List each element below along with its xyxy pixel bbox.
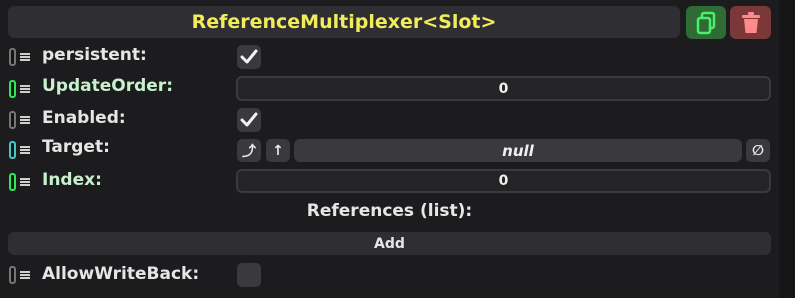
update-order-input[interactable]: 0	[236, 76, 771, 101]
enabled-checkbox[interactable]	[237, 108, 261, 132]
menu-lines-icon	[20, 85, 30, 93]
field-type-pill	[9, 266, 16, 284]
checkmark-icon	[240, 112, 258, 127]
null-icon: ∅	[752, 142, 764, 159]
add-reference-button[interactable]: Add	[8, 232, 771, 255]
field-type-pill	[9, 173, 16, 191]
field-type-pill	[9, 80, 16, 98]
duplicate-icon	[696, 11, 716, 34]
jump-to-target-button[interactable]: ⤴	[237, 139, 261, 162]
references-list-title: References (list):	[306, 201, 473, 221]
duplicate-button[interactable]	[686, 6, 726, 39]
index-value: 0	[498, 173, 509, 189]
allow-write-back-checkbox[interactable]	[237, 263, 261, 287]
field-type-pill	[9, 48, 16, 66]
allow-write-back-label: AllowWriteBack:	[42, 264, 200, 284]
field-drag-handle[interactable]	[9, 78, 37, 100]
update-order-value: 0	[498, 80, 509, 97]
target-value: null	[502, 141, 534, 160]
target-reference-field[interactable]: null	[294, 139, 742, 162]
select-parent-button[interactable]: ↑	[266, 139, 290, 162]
clear-target-button[interactable]: ∅	[746, 139, 770, 162]
menu-lines-icon	[20, 271, 30, 279]
menu-lines-icon	[20, 116, 30, 124]
persistent-checkbox[interactable]	[237, 45, 261, 69]
field-drag-handle[interactable]	[9, 171, 37, 193]
field-drag-handle[interactable]	[9, 109, 37, 131]
field-drag-handle[interactable]	[9, 264, 37, 286]
target-label: Target:	[42, 137, 110, 157]
delete-button[interactable]	[730, 6, 771, 39]
field-drag-handle[interactable]	[9, 46, 37, 68]
field-type-pill	[9, 141, 16, 159]
component-title-bar[interactable]: ReferenceMultiplexer<Slot>	[8, 6, 680, 38]
panel-right-edge	[779, 0, 795, 298]
menu-lines-icon	[20, 178, 30, 186]
index-input[interactable]: 0	[236, 169, 771, 193]
field-type-pill	[9, 111, 16, 129]
add-label: Add	[374, 235, 405, 252]
jump-icon: ⤴	[242, 143, 256, 160]
menu-lines-icon	[20, 146, 30, 154]
up-arrow-icon: ↑	[272, 142, 284, 159]
enabled-label: Enabled:	[42, 108, 126, 128]
index-label: Index:	[42, 170, 102, 190]
trash-icon	[741, 11, 760, 33]
field-drag-handle[interactable]	[9, 139, 37, 161]
menu-lines-icon	[20, 53, 30, 61]
checkmark-icon	[240, 49, 258, 64]
persistent-label: persistent:	[42, 45, 147, 65]
update-order-label: UpdateOrder:	[42, 76, 173, 96]
component-title: ReferenceMultiplexer<Slot>	[191, 11, 497, 33]
